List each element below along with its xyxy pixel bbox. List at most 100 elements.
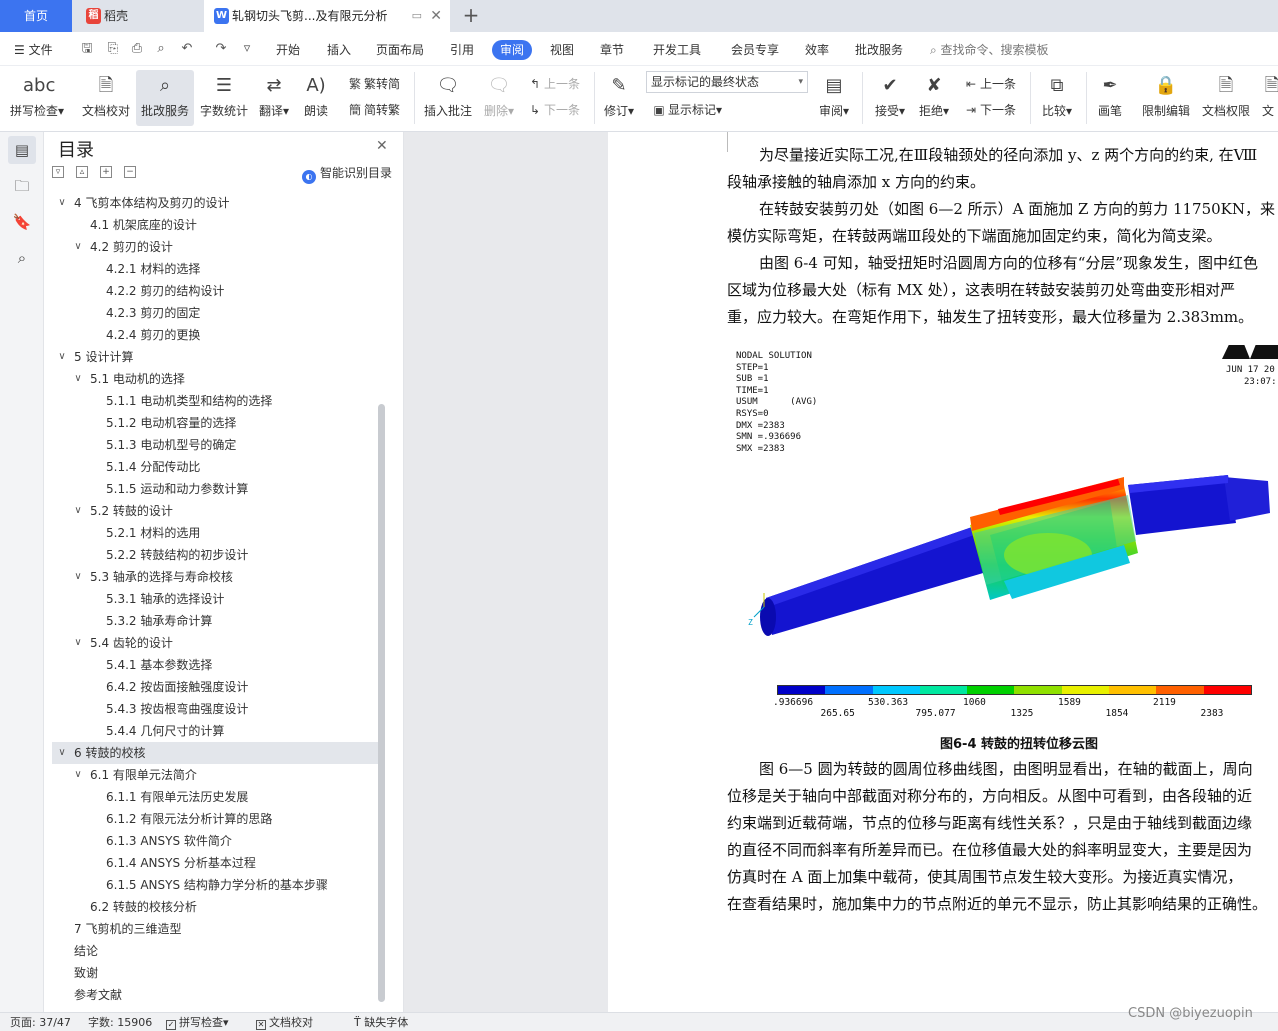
reject-button[interactable]: ✘ 拒绝▾ xyxy=(914,70,954,126)
tab-home[interactable]: 首页 xyxy=(0,0,72,32)
restrict-edit-button[interactable]: 🔒 限制编辑 xyxy=(1138,70,1194,126)
file-menu[interactable]: ☰ 文件 xyxy=(14,40,53,60)
toc-item[interactable]: 6.4.2 按齿面接触强度设计 xyxy=(52,676,378,698)
toc-item[interactable]: 5.4.4 几何尺寸的计算 xyxy=(52,720,378,742)
show-markup-button[interactable]: ▣ 显示标记▾ xyxy=(650,100,722,120)
toc-item[interactable]: 4.2.3 剪刃的固定 xyxy=(52,302,378,324)
toc-item[interactable]: ∨ 5 设计计算 xyxy=(52,346,378,368)
word-count-button[interactable]: ☰ 字数统计 xyxy=(198,70,250,126)
toc-item[interactable]: 7 飞剪机的三维造型 xyxy=(52,918,378,940)
status-spell-check[interactable]: ✓ 拼写检查▾ xyxy=(166,1016,229,1030)
chevron-down-icon[interactable]: ∨ xyxy=(72,632,84,654)
collapse-all-icon[interactable]: ▿ xyxy=(52,166,64,178)
print-icon[interactable]: ⎙ xyxy=(128,40,146,58)
menu-member[interactable]: 会员专享 xyxy=(731,40,779,60)
toc-item[interactable]: 致谢 xyxy=(52,962,378,984)
ansys-figure[interactable]: NODAL SOLUTION STEP=1 SUB =1 TIME=1 USUM (AV… xyxy=(728,345,1278,723)
toc-item[interactable]: ∨ 5.3 轴承的选择与寿命校核 xyxy=(52,566,378,588)
doc-proof-button[interactable]: 🗎 文档校对 xyxy=(78,70,134,126)
toc-item[interactable]: 5.2.1 材料的选用 xyxy=(52,522,378,544)
toc-item[interactable]: 6.1.2 有限元法分析计算的思路 xyxy=(52,808,378,830)
expand-all-icon[interactable]: ▵ xyxy=(76,166,88,178)
status-doc-proof[interactable]: ✕ 文档校对 xyxy=(256,1016,313,1030)
menu-review-service[interactable]: 批改服务 xyxy=(855,40,903,60)
markup-state-select[interactable]: 显示标记的最终状态 ▾ xyxy=(646,71,808,93)
tab-document[interactable]: W 轧钢切头飞剪...及有限元分析 ▭ ✕ xyxy=(204,0,450,32)
menu-layout[interactable]: 页面布局 xyxy=(376,40,424,60)
spell-check-button[interactable]: abc 拼写检查▾ xyxy=(8,70,66,126)
paragraph[interactable]: 图 6—5 圆为转鼓的圆周位移曲线图，由图明显看出，在轴的截面上，周向 位移是关… xyxy=(727,756,1278,918)
chevron-down-icon[interactable]: ∨ xyxy=(72,368,84,390)
find-icon[interactable]: ⌕ xyxy=(8,244,36,272)
paragraph[interactable]: 为尽量接近实际工况,在Ⅲ段轴颈处的径向添加 y、z 两个方向的约束, 在Ⅷ 段轴… xyxy=(727,142,1278,196)
doc-more-button[interactable]: 🗎 文 xyxy=(1258,70,1278,126)
toc-item[interactable]: 6.2 转鼓的校核分析 xyxy=(52,896,378,918)
chevron-down-icon[interactable]: ∨ xyxy=(56,742,68,764)
prev-comment-button[interactable]: ↰ 上一条 xyxy=(526,74,580,94)
smart-toc-button[interactable]: ◐ 智能识别目录 xyxy=(302,164,392,184)
menu-references[interactable]: 引用 xyxy=(450,40,474,60)
page-indicator[interactable]: 页面: 37/47 xyxy=(10,1016,71,1030)
toc-item[interactable]: ∨ 5.4 齿轮的设计 xyxy=(52,632,378,654)
chevron-down-icon[interactable]: ∨ xyxy=(56,346,68,368)
toc-item[interactable]: 5.4.1 基本参数选择 xyxy=(52,654,378,676)
toc-scrollbar[interactable] xyxy=(378,404,385,1002)
toc-item[interactable]: 4.1 机架底座的设计 xyxy=(52,214,378,236)
close-icon[interactable]: ✕ xyxy=(376,138,388,154)
word-count[interactable]: 字数: 15906 xyxy=(88,1016,152,1030)
toc-item[interactable]: 6.1.1 有限单元法历史发展 xyxy=(52,786,378,808)
pen-button[interactable]: ✒ 画笔 xyxy=(1092,70,1128,126)
toc-item[interactable]: 6.1.5 ANSYS 结构静力学分析的基本步骤 xyxy=(52,874,378,896)
chapter-icon[interactable]: 🗀 xyxy=(8,172,36,200)
more-quick-icon[interactable]: ▿ xyxy=(238,40,256,58)
toc-item[interactable]: 5.1.3 电动机型号的确定 xyxy=(52,434,378,456)
toc-item[interactable]: ∨ 6 转鼓的校核 xyxy=(52,742,378,764)
simp-to-trad-button[interactable]: 簡简转繁 xyxy=(346,100,400,120)
toc-item[interactable]: 结论 xyxy=(52,940,378,962)
menu-chapter[interactable]: 章节 xyxy=(600,40,624,60)
menu-efficiency[interactable]: 效率 xyxy=(805,40,829,60)
insert-comment-button[interactable]: 🗨 插入批注 xyxy=(422,70,474,126)
toc-item[interactable]: 4.2.2 剪刃的结构设计 xyxy=(52,280,378,302)
chevron-down-icon[interactable]: ∨ xyxy=(72,566,84,588)
menu-start[interactable]: 开始 xyxy=(276,40,300,60)
chevron-down-icon[interactable]: ∨ xyxy=(56,192,68,214)
toc-item[interactable]: ∨ 5.1 电动机的选择 xyxy=(52,368,378,390)
toc-item[interactable]: 5.2.2 转鼓结构的初步设计 xyxy=(52,544,378,566)
command-search[interactable]: ⌕ 查找命令、搜索模板 xyxy=(930,40,1049,60)
compare-button[interactable]: ⧉ 比较▾ xyxy=(1036,70,1078,126)
menu-view[interactable]: 视图 xyxy=(550,40,574,60)
toc-item[interactable]: 5.3.2 轴承寿命计算 xyxy=(52,610,378,632)
next-comment-button[interactable]: ↳ 下一条 xyxy=(526,100,580,120)
undo-icon[interactable]: ↶ xyxy=(178,40,196,58)
redo-icon[interactable]: ↷ xyxy=(212,40,230,58)
remove-heading-icon[interactable]: − xyxy=(124,166,136,178)
next-change-button[interactable]: ⇥ 下一条 xyxy=(962,100,1016,120)
toc-item[interactable]: ∨ 4.2 剪刃的设计 xyxy=(52,236,378,258)
toc-item[interactable]: 6.1.3 ANSYS 软件简介 xyxy=(52,830,378,852)
menu-insert[interactable]: 插入 xyxy=(327,40,351,60)
toc-item[interactable]: 5.1.4 分配传动比 xyxy=(52,456,378,478)
new-tab-button[interactable]: + xyxy=(458,0,484,32)
toc-item[interactable]: 5.4.3 按齿根弯曲强度设计 xyxy=(52,698,378,720)
chevron-down-icon[interactable]: ∨ xyxy=(72,764,84,786)
bookmark-icon[interactable]: 🔖 xyxy=(8,208,36,236)
track-changes-button[interactable]: ✎ 修订▾ xyxy=(600,70,638,126)
paragraph[interactable]: 由图 6-4 可知，轴受扭矩时沿圆周方向的位移有“分层”现象发生，图中红色 区域… xyxy=(727,250,1278,331)
chevron-down-icon[interactable]: ∨ xyxy=(72,500,84,522)
toc-item[interactable]: ∨ 6.1 有限单元法简介 xyxy=(52,764,378,786)
toc-item[interactable]: 4.2.4 剪刃的更换 xyxy=(52,324,378,346)
toc-item[interactable]: 5.1.1 电动机类型和结构的选择 xyxy=(52,390,378,412)
close-icon[interactable]: ✕ xyxy=(430,0,442,32)
prev-change-button[interactable]: ⇤ 上一条 xyxy=(962,74,1016,94)
chevron-down-icon[interactable]: ∨ xyxy=(72,236,84,258)
menu-developer[interactable]: 开发工具 xyxy=(653,40,701,60)
menu-review[interactable]: 审阅 xyxy=(492,40,533,60)
toc-item[interactable]: 5.1.2 电动机容量的选择 xyxy=(52,412,378,434)
tab-daoke[interactable]: 稻 稻壳 xyxy=(76,0,200,32)
toc-item[interactable]: 5.3.1 轴承的选择设计 xyxy=(52,588,378,610)
paragraph[interactable]: 在转鼓安装剪刃处（如图 6—2 所示）A 面施加 Z 方向的剪力 11750KN… xyxy=(727,196,1278,250)
preview-icon[interactable]: ⌕ xyxy=(152,40,170,58)
translate-button[interactable]: ⇄ 翻译▾ xyxy=(256,70,292,126)
toc-item[interactable]: 5.1.5 运动和动力参数计算 xyxy=(52,478,378,500)
